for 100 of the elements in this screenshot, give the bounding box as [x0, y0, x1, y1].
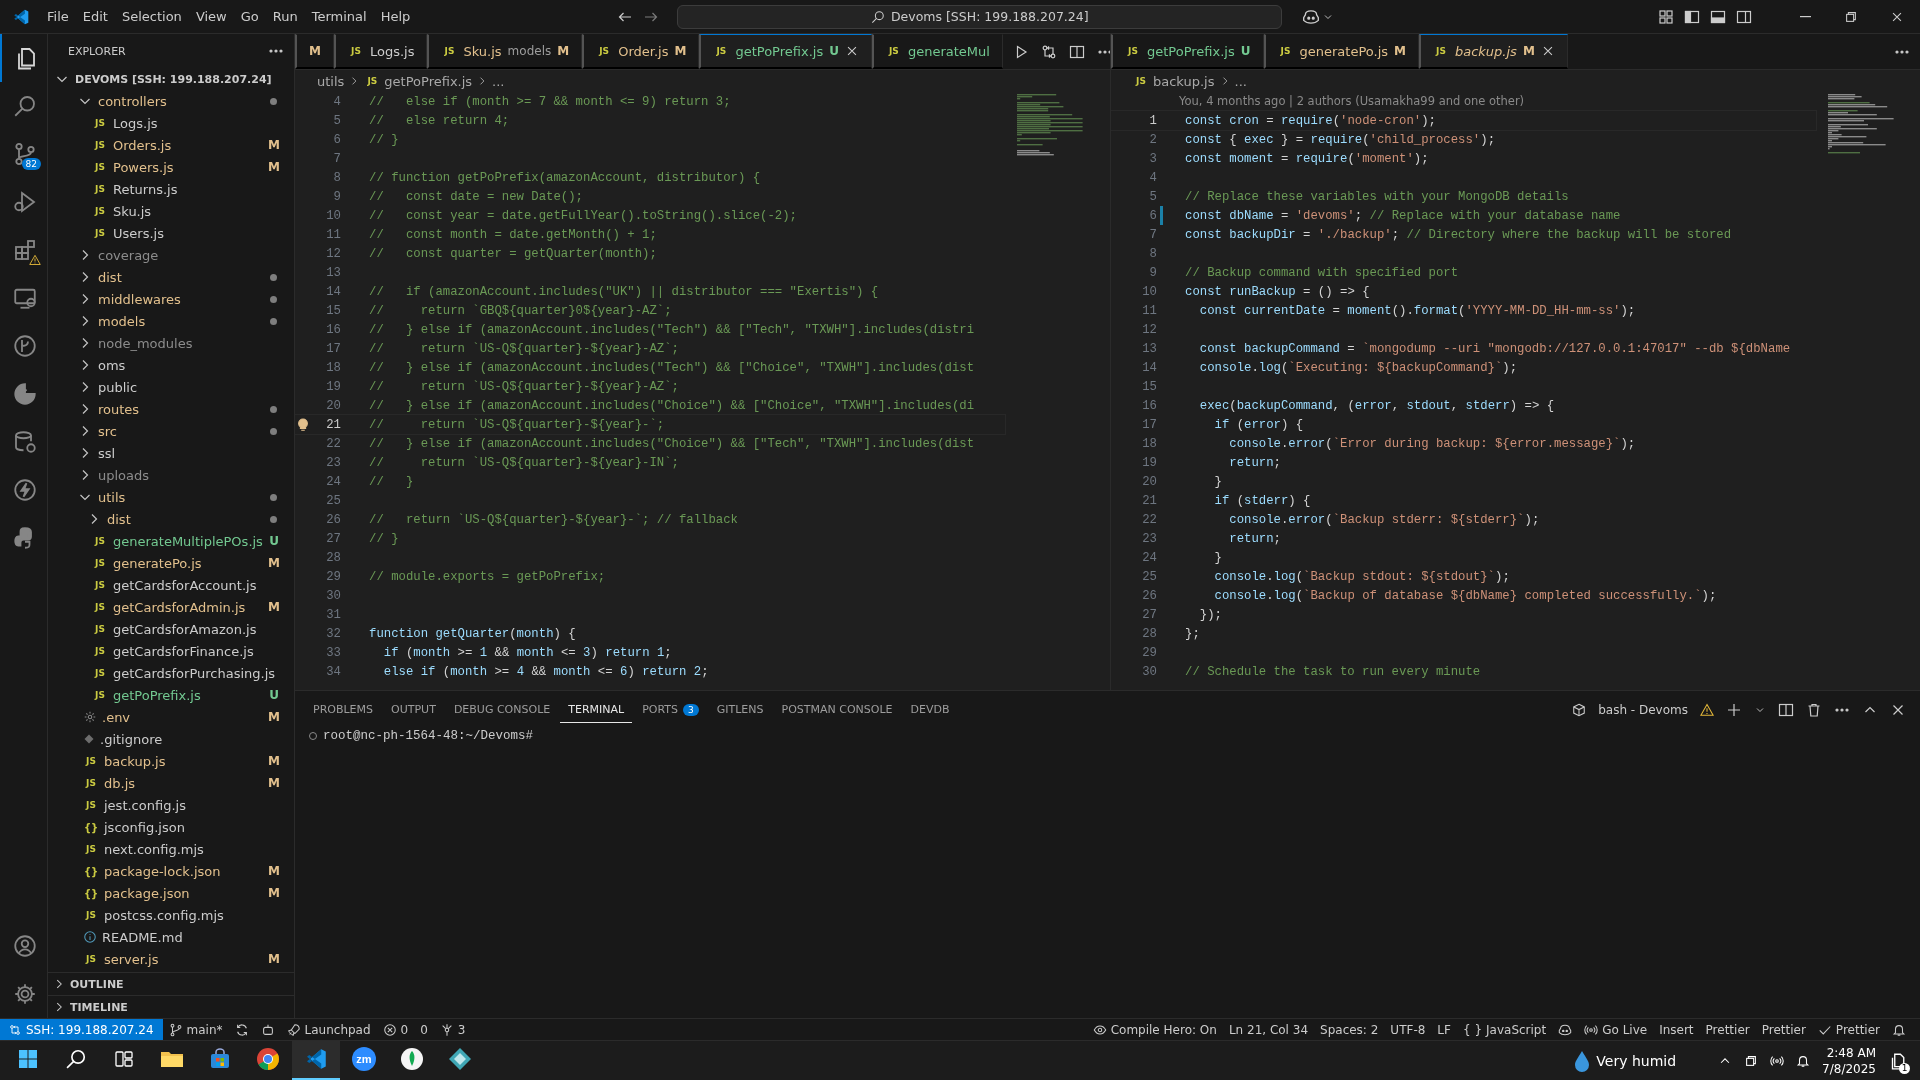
breadcrumb-item[interactable]: ... [1234, 73, 1247, 89]
explorer-file[interactable]: next.config.mjs [104, 841, 280, 857]
explorer-folder[interactable]: oms [98, 357, 280, 373]
compare-icon[interactable] [1040, 43, 1057, 60]
explorer-folder[interactable]: routes [98, 401, 265, 417]
panel-tab[interactable]: DEBUG CONSOLE [445, 697, 559, 723]
explorer-file[interactable]: jest.config.js [104, 797, 280, 813]
workspace-root[interactable]: DEVOMS [SSH: 199.188.207.24] [75, 72, 280, 86]
breadcrumb-item[interactable]: backup.js [1153, 73, 1215, 89]
breadcrumb-item[interactable]: ... [492, 73, 505, 89]
breadcrumb-item[interactable]: utils [317, 73, 345, 89]
section-header[interactable]: OUTLINE [70, 977, 124, 991]
panel-tab[interactable]: PORTS 3 [634, 697, 707, 723]
terminal-name[interactable]: bash - Devoms [1598, 703, 1688, 717]
clock[interactable]: 2:48 AM 7/8/2025 [1822, 1044, 1876, 1077]
explorer-folder[interactable]: controllers [98, 93, 265, 109]
explorer-folder[interactable]: dist [98, 269, 265, 285]
section-header[interactable]: TIMELINE [70, 1000, 128, 1014]
status-item[interactable]: 0 [414, 1018, 434, 1041]
panel-toggle-icon[interactable] [1710, 8, 1726, 25]
explorer-file[interactable]: getCardsforAccount.js [113, 577, 280, 593]
split-editor-icon[interactable] [1068, 43, 1085, 60]
status-item[interactable]: UTF-8 [1384, 1018, 1432, 1041]
status-item[interactable]: 3 [433, 1018, 472, 1041]
explorer-file[interactable]: .env [102, 709, 263, 725]
lightbulb-icon[interactable] [296, 417, 310, 432]
explorer-file[interactable]: README.md [102, 929, 280, 945]
status-item[interactable]: Launchpad [280, 1018, 377, 1041]
status-item[interactable]: Prettier [1811, 1018, 1886, 1041]
goggles-icon[interactable] [1302, 7, 1321, 26]
menu-item[interactable]: File [40, 5, 76, 28]
explorer-file[interactable]: backup.js [104, 753, 263, 769]
explorer-folder[interactable]: coverage [98, 247, 280, 263]
editor-tab[interactable]: M [295, 34, 334, 69]
explorer-folder[interactable]: uploads [98, 467, 280, 483]
taskbar-app[interactable] [292, 1040, 340, 1080]
status-item[interactable]: Go Live [1578, 1018, 1654, 1041]
explorer-file[interactable]: Users.js [113, 225, 280, 241]
explorer-file[interactable]: Sku.js [113, 203, 280, 219]
explorer-folder[interactable]: utils [98, 489, 265, 505]
status-item[interactable]: Ln 21, Col 34 [1222, 1018, 1315, 1041]
explorer-file[interactable]: package-lock.json [104, 863, 263, 879]
explorer-file[interactable]: getCardsforPurchasing.js [113, 665, 280, 681]
breadcrumb-item[interactable]: getPoPrefix.js [384, 73, 473, 89]
editor-tab[interactable]: JS generatePo.js M [1263, 34, 1419, 69]
explorer-file[interactable]: server.js [104, 951, 263, 967]
explorer-folder[interactable]: ssl [98, 445, 280, 461]
editor-tab[interactable]: JS generateMul [871, 34, 1003, 69]
explorer-file[interactable]: .gitignore [100, 731, 280, 747]
explorer-file[interactable]: jsconfig.json [104, 819, 280, 835]
explorer-file[interactable]: Logs.js [113, 115, 280, 131]
explorer-folder[interactable]: node_modules [98, 335, 280, 351]
split-terminal-icon[interactable] [1778, 702, 1794, 718]
editor-tab[interactable]: JS Logs.js [333, 34, 428, 69]
panel-tab[interactable]: DEVDB [902, 697, 958, 723]
status-item[interactable]: LF [1431, 1018, 1457, 1041]
panel-tab[interactable]: TERMINAL [560, 697, 633, 723]
trash-icon[interactable] [1806, 702, 1822, 718]
wifi-icon[interactable] [1770, 1053, 1785, 1068]
status-item[interactable]: main* [162, 1018, 229, 1041]
weather-text[interactable]: Very humid [1596, 1052, 1677, 1069]
editor-tab[interactable]: JS Sku.js models M [427, 34, 583, 69]
explorer-file[interactable]: package.json [104, 885, 263, 901]
explorer-file[interactable]: Powers.js [113, 159, 263, 175]
explorer-folder[interactable]: middlewares [98, 291, 265, 307]
explorer-file[interactable]: db.js [104, 775, 263, 791]
panel-tab[interactable]: PROBLEMS [305, 697, 382, 723]
explorer-folder[interactable]: public [98, 379, 280, 395]
status-item[interactable]: Prettier [1699, 1018, 1756, 1041]
explorer-file[interactable]: getCardsforAmazon.js [113, 621, 280, 637]
sidebar-toggle-icon[interactable] [1684, 8, 1700, 25]
editor-tab[interactable]: JS getPoPrefix.js U [1111, 34, 1264, 69]
menu-item[interactable]: Edit [75, 5, 115, 28]
panel-tab[interactable]: OUTPUT [383, 697, 444, 723]
editor-tab[interactable]: JS backup.js M [1418, 34, 1568, 69]
explorer-file[interactable]: getPoPrefix.js [113, 687, 263, 703]
remote-indicator[interactable]: SSH: 199.188.207.24 [0, 1018, 163, 1041]
menu-item[interactable]: Terminal [304, 5, 374, 28]
explorer-file[interactable]: getCardsforAdmin.js [113, 599, 263, 615]
explorer-file[interactable]: Orders.js [113, 137, 263, 153]
editor-tab[interactable]: JS Order.js M [582, 34, 700, 69]
status-item[interactable]: Compile Hero: On [1086, 1018, 1223, 1041]
menu-item[interactable]: Help [373, 5, 418, 28]
menu-item[interactable]: Selection [114, 5, 189, 28]
menu-item[interactable]: View [188, 5, 234, 28]
new-terminal-icon[interactable] [1726, 702, 1742, 718]
panel-tab[interactable]: POSTMAN CONSOLE [773, 697, 901, 723]
panel-tab[interactable]: GITLENS [708, 697, 772, 723]
editor-tab[interactable]: JS getPoPrefix.js U [699, 34, 872, 69]
status-item[interactable]: { } JavaScript [1456, 1018, 1553, 1041]
command-center[interactable]: Devoms [SSH: 199.188.207.24] [677, 4, 1283, 29]
explorer-file[interactable]: getCardsforFinance.js [113, 643, 280, 659]
explorer-folder[interactable]: src [98, 423, 265, 439]
status-item[interactable]: Insert [1653, 1018, 1700, 1041]
layout-grid-icon[interactable] [1658, 8, 1674, 25]
explorer-file[interactable]: generatePo.js [113, 555, 263, 571]
explorer-file[interactable]: postcss.config.mjs [104, 907, 280, 923]
menu-item[interactable]: Go [233, 5, 266, 28]
status-item[interactable]: Spaces: 2 [1314, 1018, 1385, 1041]
secondary-sidebar-icon[interactable] [1736, 8, 1752, 25]
